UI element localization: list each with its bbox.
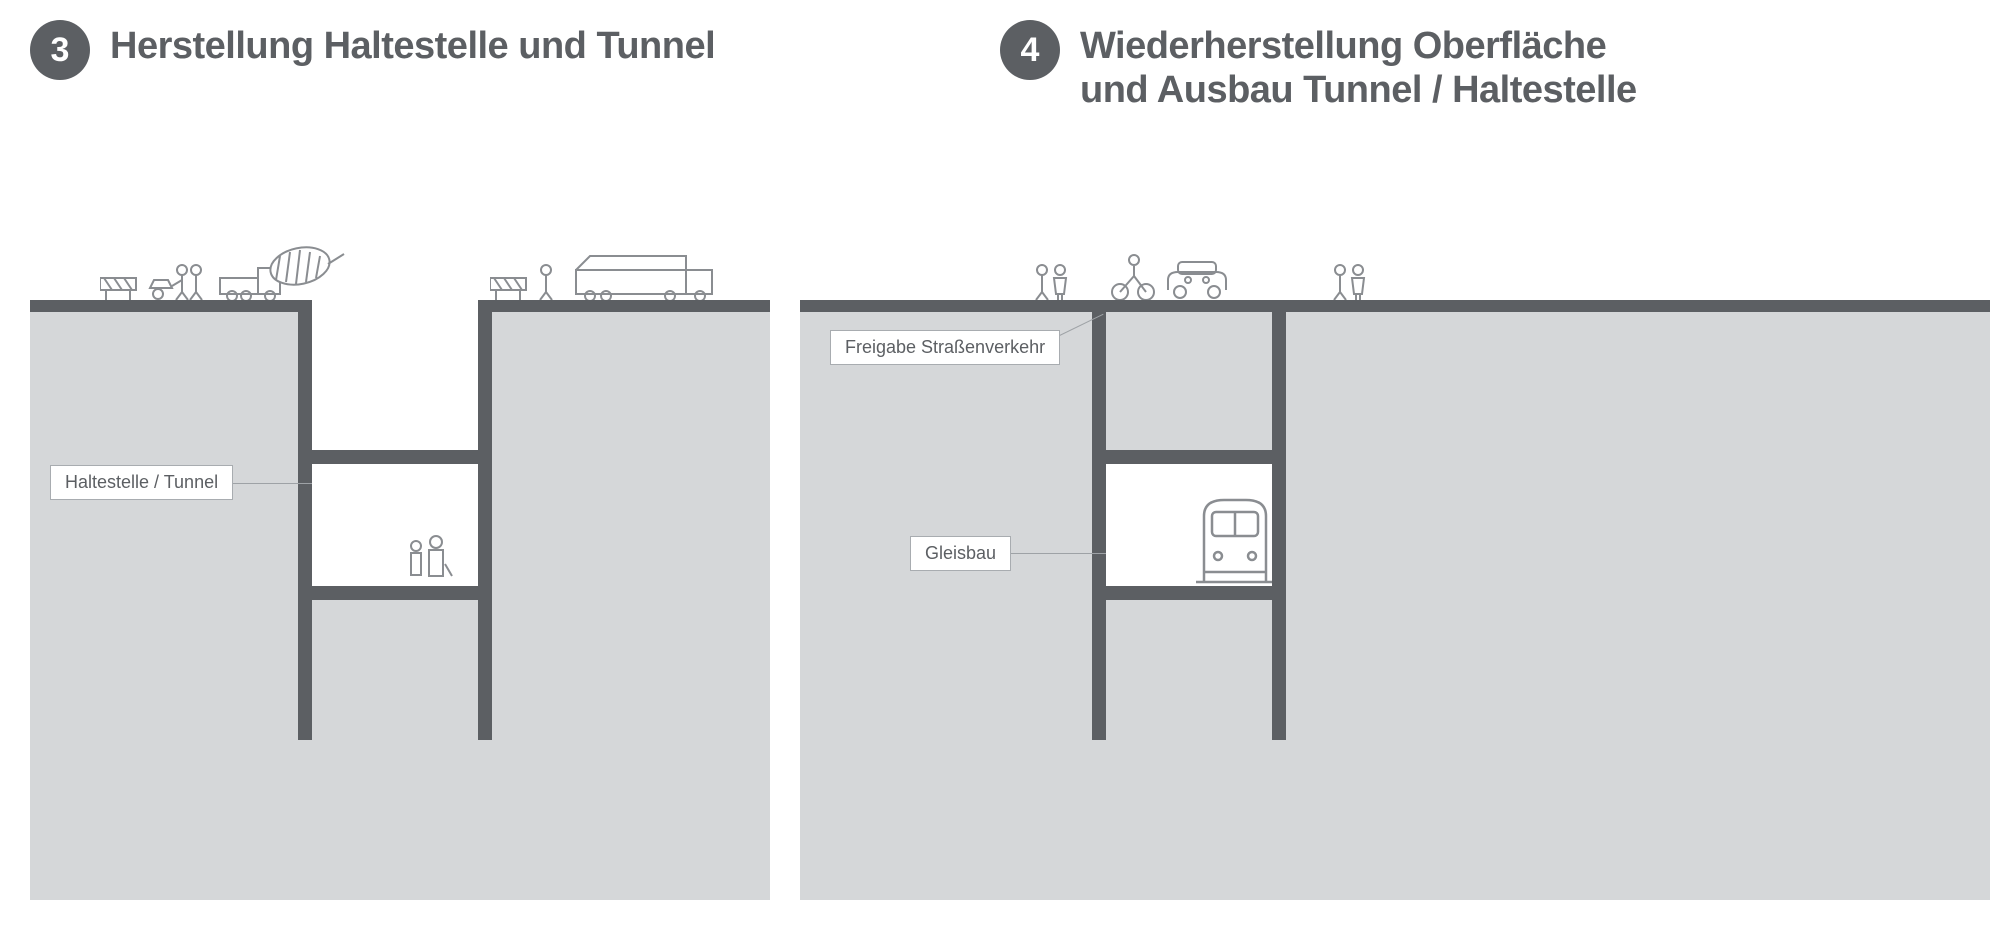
train-icon bbox=[1106, 464, 1272, 586]
header-step-4: 4 Wiederherstellung Oberfläche und Ausba… bbox=[1000, 20, 1637, 112]
diagram-step-4: Freigabe Straßenverkehr Gleisbau bbox=[800, 300, 1990, 900]
label-tunnel: Haltestelle / Tunnel bbox=[50, 465, 233, 500]
tunnel-station-box bbox=[1092, 450, 1286, 600]
step-number-badge: 4 bbox=[1000, 20, 1060, 80]
label-track-construction: Gleisbau bbox=[910, 536, 1011, 571]
step-title: Herstellung Haltestelle und Tunnel bbox=[110, 20, 715, 69]
header-step-3: 3 Herstellung Haltestelle und Tunnel bbox=[30, 20, 715, 80]
construction-vehicles-right-icon bbox=[490, 240, 770, 300]
step-title: Wiederherstellung Oberfläche und Ausbau … bbox=[1080, 20, 1637, 112]
label-traffic-release: Freigabe Straßenverkehr bbox=[830, 330, 1060, 365]
ground-fill bbox=[800, 300, 1990, 900]
label-leader-line bbox=[220, 483, 312, 484]
diagram-step-3: Haltestelle / Tunnel bbox=[30, 300, 770, 900]
workers-icon bbox=[312, 464, 478, 586]
ground-surface-line bbox=[800, 300, 1990, 312]
open-excavation bbox=[310, 298, 480, 450]
street-traffic-icon bbox=[1030, 240, 1430, 300]
step-number-badge: 3 bbox=[30, 20, 90, 80]
tunnel-station-box bbox=[298, 450, 492, 600]
construction-vehicles-left-icon bbox=[100, 240, 360, 300]
label-leader-line bbox=[998, 553, 1106, 554]
